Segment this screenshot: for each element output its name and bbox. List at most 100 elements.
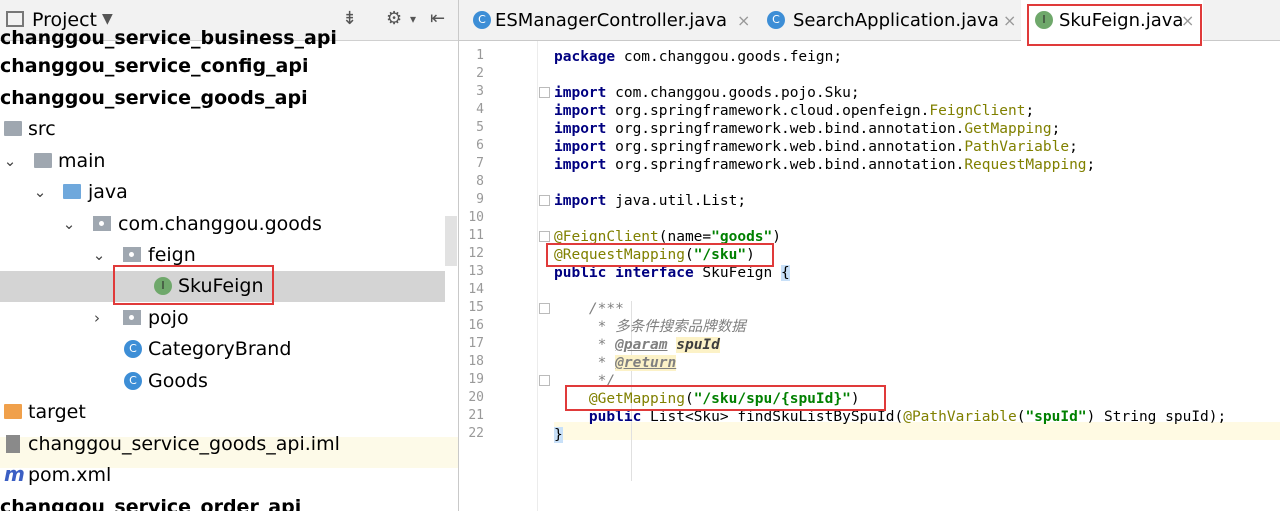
chevron-right-icon[interactable]: ›: [89, 303, 105, 334]
tab-esmanagercontroller[interactable]: C ESManagerController.java ×: [467, 0, 757, 40]
tree-item-label: com.changgou.goods: [118, 213, 322, 235]
gutter-divider: [537, 41, 538, 511]
code-line-11: @FeignClient(name="goods"): [554, 229, 781, 245]
maven-icon: m: [4, 462, 25, 486]
tree-item-pojo[interactable]: › pojo: [0, 303, 445, 334]
tab-label: SearchApplication.java: [793, 10, 999, 31]
tree-item-src[interactable]: src: [0, 114, 445, 145]
line-number: 2: [476, 66, 484, 81]
code-line-16: * 多条件搜索品牌数据: [554, 319, 746, 335]
fold-marker-icon[interactable]: [539, 375, 550, 386]
line-number: 18: [468, 354, 484, 369]
code-line-17: * @param spuId: [554, 337, 720, 353]
chevron-down-icon[interactable]: ⌄: [61, 209, 77, 240]
tree-item-feign[interactable]: ⌄ feign: [0, 240, 445, 271]
line-number: 4: [476, 102, 484, 117]
folder-icon: [4, 121, 22, 136]
line-number: 5: [476, 120, 484, 135]
code-line-7: import org.springframework.web.bind.anno…: [554, 157, 1096, 173]
line-number: 16: [468, 318, 484, 333]
tree-item-label: pojo: [148, 307, 189, 329]
fold-marker-icon[interactable]: [539, 231, 550, 242]
tree-item-order-api[interactable]: changgou_service_order_api: [0, 492, 445, 511]
code-line-1: package com.changgou.goods.feign;: [554, 49, 843, 65]
close-icon[interactable]: ×: [1181, 0, 1194, 42]
tree-item-label: changgou_service_business_api: [0, 27, 337, 49]
class-icon: C: [124, 372, 142, 390]
project-tool-window: Project ▼ ⇟ ⚙ ▾ ⇤ changgou_service_busin…: [0, 0, 459, 511]
close-icon[interactable]: ×: [737, 0, 750, 42]
tree-item-label: pom.xml: [28, 464, 112, 486]
chevron-down-icon[interactable]: ⌄: [91, 240, 107, 271]
tab-label: SkuFeign.java: [1059, 10, 1184, 31]
tree-item-goods[interactable]: C Goods: [0, 366, 445, 397]
line-number: 1: [476, 48, 484, 63]
tab-label: ESManagerController.java: [495, 10, 728, 31]
tree-item-iml[interactable]: changgou_service_goods_api.iml: [0, 429, 445, 460]
project-tree: changgou_service_business_api changgou_s…: [0, 27, 458, 511]
interface-icon: I: [154, 277, 172, 295]
chevron-down-icon[interactable]: ⌄: [32, 177, 48, 208]
code-line-3: import com.changgou.goods.pojo.Sku;: [554, 85, 860, 101]
tab-skufeign[interactable]: I SkuFeign.java ×: [1021, 0, 1203, 41]
fold-marker-icon[interactable]: [539, 303, 550, 314]
tree-item-java[interactable]: ⌄ java: [0, 177, 445, 208]
line-number: 11: [468, 228, 484, 243]
code-line-20: @GetMapping("/sku/spu/{spuId}"): [588, 391, 860, 407]
class-icon: C: [767, 11, 785, 29]
code-line-18: * @return: [554, 355, 677, 371]
source-folder-icon: [63, 184, 81, 199]
tree-item-config-api[interactable]: changgou_service_config_api: [0, 51, 445, 82]
excluded-folder-icon: [4, 404, 22, 419]
line-number: 15: [468, 300, 484, 315]
line-number: 19: [468, 372, 484, 387]
tree-item-goods-api[interactable]: changgou_service_goods_api: [0, 83, 445, 114]
chevron-down-icon[interactable]: ⌄: [2, 146, 18, 177]
line-number: 14: [468, 282, 484, 297]
tree-item-categorybrand[interactable]: C CategoryBrand: [0, 334, 445, 365]
folder-icon: [34, 153, 52, 168]
line-number: 8: [476, 174, 484, 189]
fold-marker-icon[interactable]: [539, 195, 550, 206]
close-icon[interactable]: ×: [1003, 0, 1016, 42]
code-line-19: */: [554, 373, 616, 389]
code-line-4: import org.springframework.cloud.openfei…: [554, 103, 1035, 119]
class-icon: C: [124, 340, 142, 358]
tree-item-business-api[interactable]: changgou_service_business_api: [0, 23, 445, 54]
code-line-6: import org.springframework.web.bind.anno…: [554, 139, 1078, 155]
tree-item-label: CategoryBrand: [148, 338, 292, 360]
line-number: 22: [468, 426, 484, 441]
fold-marker-icon[interactable]: [539, 87, 550, 98]
tree-item-label: src: [28, 118, 56, 140]
line-number: 3: [476, 84, 484, 99]
line-number: 13: [468, 264, 484, 279]
tree-scrollbar-thumb[interactable]: [445, 216, 457, 266]
code-line-12: @RequestMapping("/sku"): [554, 247, 755, 263]
code-line-22: }: [554, 427, 563, 443]
tab-searchapplication[interactable]: C SearchApplication.java ×: [767, 0, 1019, 40]
line-number: 10: [468, 210, 484, 225]
tree-item-skufeign[interactable]: I SkuFeign: [0, 271, 445, 302]
tree-item-main[interactable]: ⌄ main: [0, 146, 445, 177]
tree-item-target[interactable]: target: [0, 397, 445, 428]
line-number: 20: [468, 390, 484, 405]
code-line-5: import org.springframework.web.bind.anno…: [554, 121, 1061, 137]
line-number: 7: [476, 156, 484, 171]
tree-item-package-goods[interactable]: ⌄ com.changgou.goods: [0, 209, 445, 240]
tree-item-pom[interactable]: m pom.xml: [0, 460, 445, 491]
code-line-21: public List<Sku> findSkuListBySpuId(@Pat…: [588, 409, 1227, 425]
tree-item-label: changgou_service_goods_api.iml: [28, 433, 340, 455]
tree-item-label: java: [88, 181, 128, 203]
tree-item-label: Goods: [148, 370, 208, 392]
code-line-13: public interface SkuFeign {: [554, 265, 790, 281]
code-area[interactable]: package com.changgou.goods.feign; import…: [554, 41, 1280, 511]
line-number: 12: [468, 246, 484, 261]
interface-icon: I: [1035, 11, 1053, 29]
line-number: 6: [476, 138, 484, 153]
code-line-15: /***: [554, 301, 624, 317]
package-icon: [123, 310, 141, 325]
tree-item-label: changgou_service_order_api: [0, 496, 302, 511]
line-number: 21: [468, 408, 484, 423]
tree-item-label: feign: [148, 244, 196, 266]
tree-item-label: target: [28, 401, 86, 423]
